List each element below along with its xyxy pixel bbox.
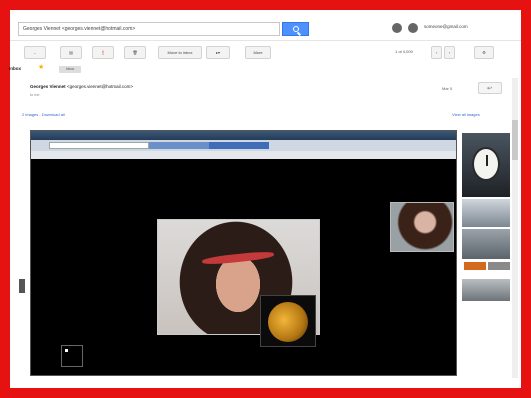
next-button[interactable]: › bbox=[444, 46, 455, 59]
move-to-inbox-button[interactable]: Move to inbox bbox=[158, 46, 202, 59]
corner-dot bbox=[65, 349, 68, 352]
notifications-icon[interactable] bbox=[408, 23, 418, 33]
attachment-image[interactable] bbox=[30, 130, 457, 376]
search-button[interactable] bbox=[282, 22, 309, 36]
sender-name[interactable]: Georges Viennet bbox=[30, 84, 66, 89]
sidebar-thumb-1[interactable] bbox=[462, 199, 510, 227]
sidebar-grey-button[interactable] bbox=[488, 262, 510, 270]
embedded-menubar bbox=[31, 151, 456, 159]
back-button[interactable]: ← bbox=[24, 46, 46, 59]
sidebar-thumb-2[interactable] bbox=[462, 229, 510, 259]
embedded-address-field bbox=[49, 142, 149, 149]
embedded-titlebar bbox=[31, 131, 456, 140]
gold-orb bbox=[268, 302, 308, 342]
reply-button[interactable]: ↩ bbox=[478, 82, 502, 94]
labels-button[interactable]: ▸▾ bbox=[206, 46, 230, 59]
pager-text: 1 of 4,000 bbox=[395, 49, 413, 54]
view-all-images-link[interactable]: View all images bbox=[452, 112, 480, 117]
corner-control bbox=[61, 345, 83, 367]
clock-icon bbox=[472, 147, 500, 181]
more-button[interactable]: More bbox=[245, 46, 271, 59]
right-sidebar bbox=[462, 133, 510, 379]
sender-line: Georges Viennet <georges.viennet@hotmail… bbox=[30, 84, 133, 89]
archive-button[interactable]: ▤ bbox=[60, 46, 82, 59]
reply-icon: ↩ bbox=[487, 86, 493, 92]
embedded-active-tab bbox=[209, 142, 269, 149]
headband-shape bbox=[201, 250, 275, 266]
header-divider bbox=[10, 40, 521, 41]
scrollbar-thumb[interactable] bbox=[512, 120, 518, 160]
attachments-line: 2 images - Download all bbox=[22, 112, 65, 117]
remote-preview-thumbnail bbox=[390, 202, 454, 252]
side-tab[interactable] bbox=[19, 279, 25, 293]
settings-button[interactable]: ⚙ bbox=[474, 46, 494, 59]
sidebar-orange-button[interactable] bbox=[464, 262, 486, 270]
download-all-link[interactable]: Download all bbox=[42, 112, 65, 117]
star-icon[interactable]: ★ bbox=[38, 64, 44, 72]
clock-panel bbox=[462, 133, 510, 197]
to-line[interactable]: to me bbox=[30, 93, 40, 97]
folder-label: Inbox bbox=[9, 66, 21, 71]
inbox-tag[interactable]: Inbox bbox=[59, 66, 81, 73]
delete-button[interactable]: 🗑 bbox=[124, 46, 146, 59]
sidebar-thumb-3[interactable] bbox=[462, 279, 510, 301]
account-label[interactable]: someone@gmail.com bbox=[424, 24, 468, 29]
apps-icon[interactable] bbox=[392, 23, 402, 33]
sender-email: <georges.viennet@hotmail.com> bbox=[66, 84, 134, 89]
prev-button[interactable]: ‹ bbox=[431, 46, 442, 59]
report-spam-button[interactable]: ❗ bbox=[92, 46, 114, 59]
search-query: Georges Viennet <georges.viennet@hotmail… bbox=[23, 26, 136, 32]
message-date: Mar 5 bbox=[442, 86, 453, 91]
attachments-count: 2 images bbox=[22, 112, 39, 117]
search-input[interactable]: Georges Viennet <georges.viennet@hotmail… bbox=[18, 22, 280, 36]
search-icon bbox=[293, 26, 299, 32]
self-view-thumbnail bbox=[260, 295, 316, 347]
embedded-addressbar bbox=[31, 140, 456, 151]
